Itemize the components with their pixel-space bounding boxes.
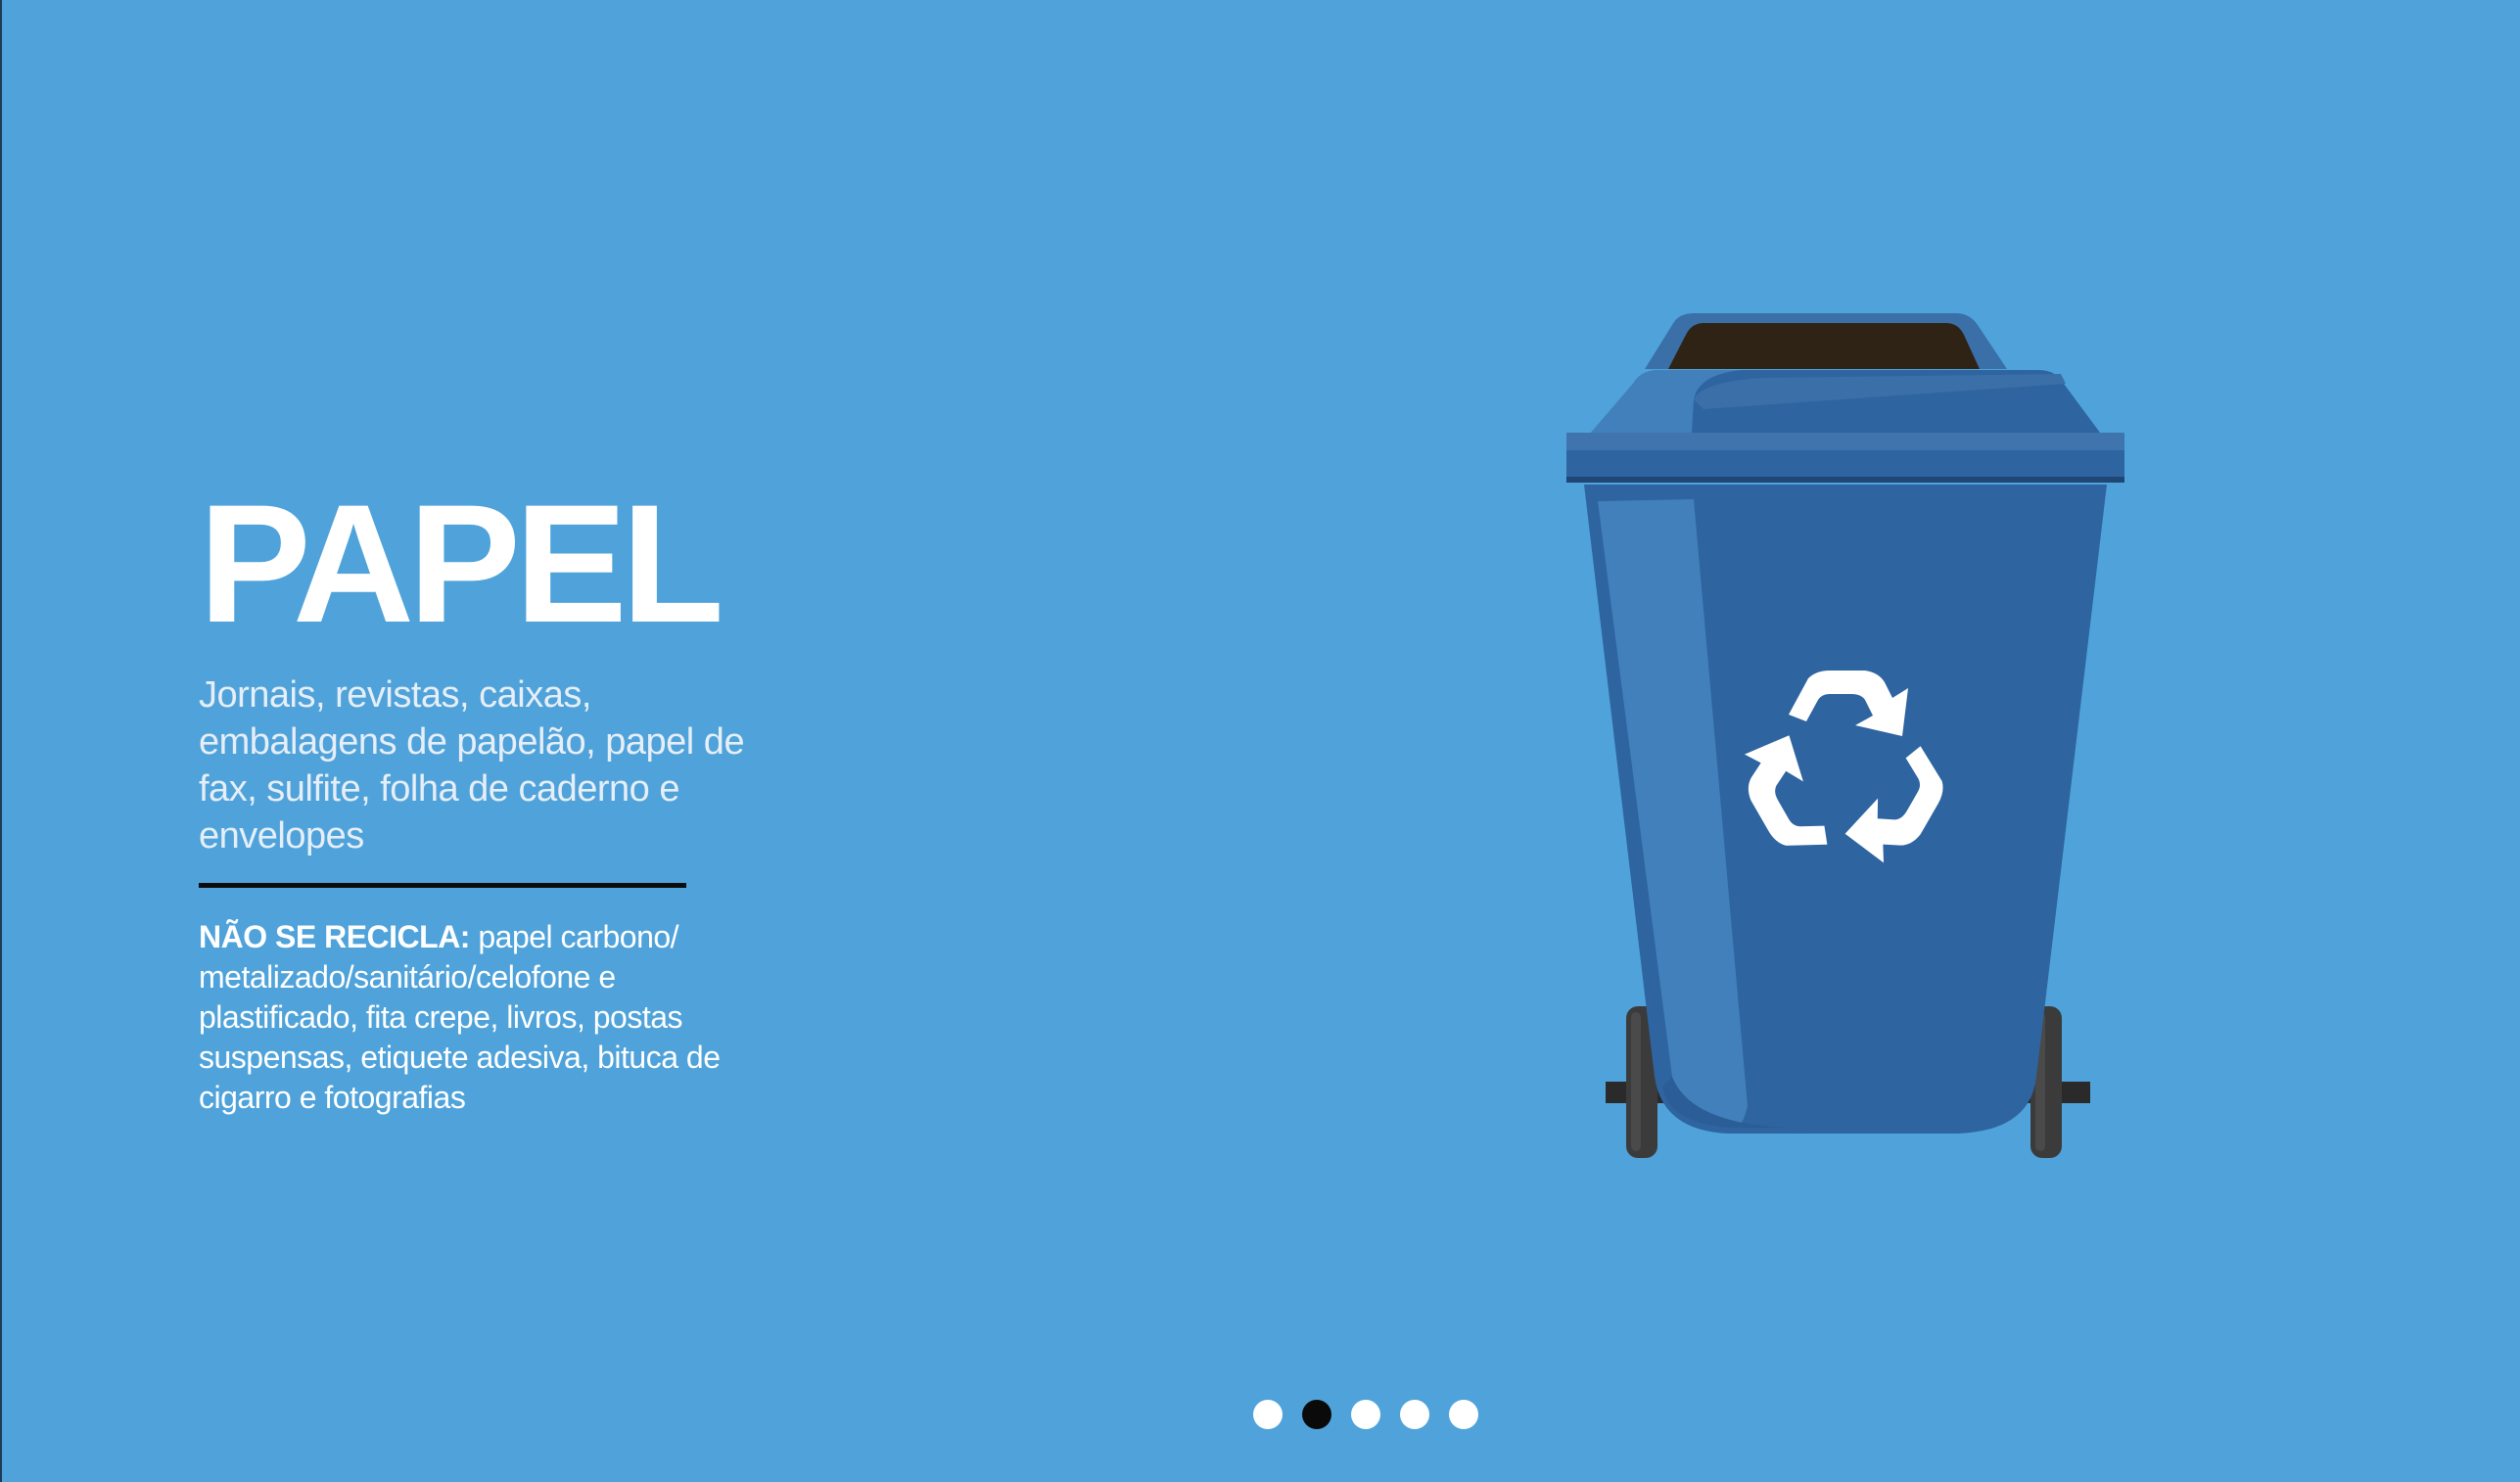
page-title: PAPEL bbox=[199, 470, 724, 658]
pagination-dot-5[interactable] bbox=[1449, 1400, 1478, 1429]
pagination-dots bbox=[1253, 1400, 1478, 1429]
recycling-bin-icon bbox=[1566, 313, 2124, 1158]
recyclable-items-description: Jornais, revistas, caixas, embalagens de… bbox=[199, 674, 745, 857]
pagination-dot-3[interactable] bbox=[1351, 1400, 1380, 1429]
slide-text-content: PAPEL Jornais, revistas, caixas, embalag… bbox=[199, 480, 806, 1118]
not-recycled-label: NÃO SE RECICLA: bbox=[199, 919, 470, 954]
divider bbox=[199, 883, 686, 888]
not-recycled-note: NÃO SE RECICLA: papel carbono/ metalizad… bbox=[199, 917, 767, 1118]
slide: PAPEL Jornais, revistas, caixas, embalag… bbox=[0, 0, 2520, 1482]
slide-edge bbox=[0, 0, 2, 1482]
pagination-dot-4[interactable] bbox=[1400, 1400, 1429, 1429]
pagination-dot-2-active[interactable] bbox=[1302, 1400, 1331, 1429]
pagination-dot-1[interactable] bbox=[1253, 1400, 1283, 1429]
